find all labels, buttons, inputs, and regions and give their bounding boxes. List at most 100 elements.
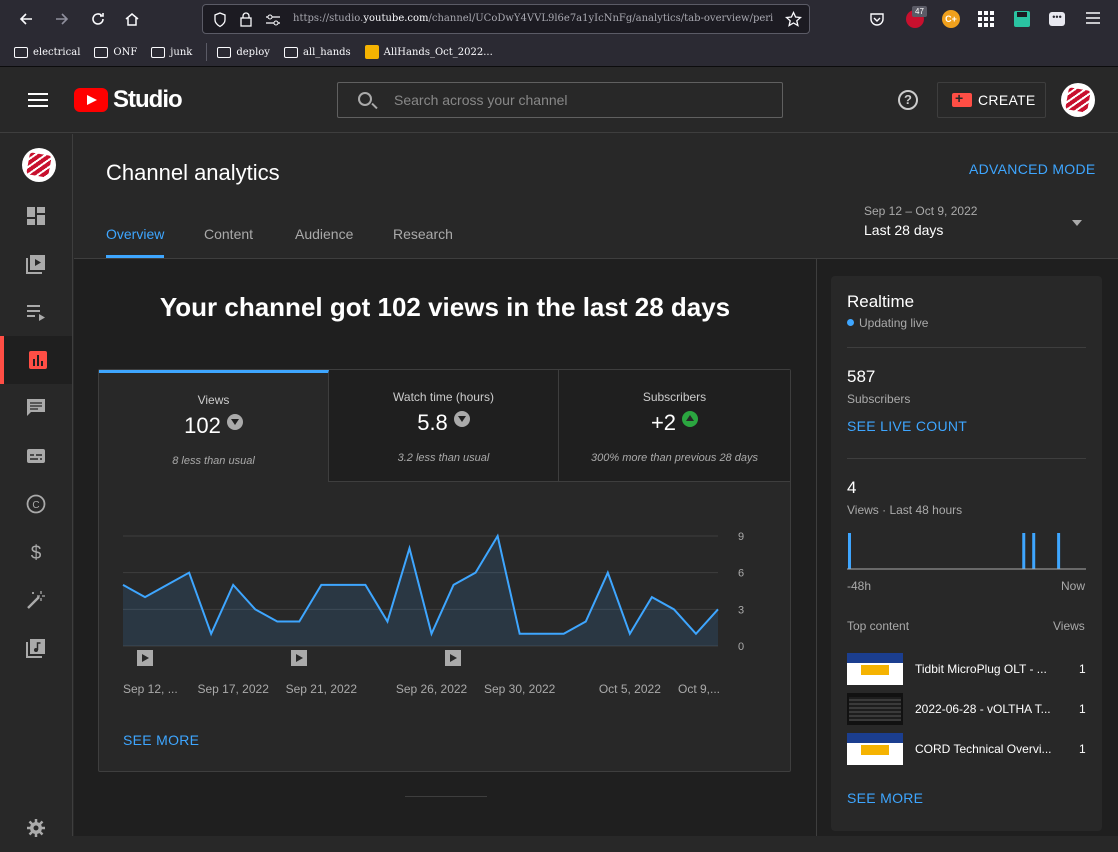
bookmark-folder[interactable]: ONF [94, 47, 137, 58]
nav-content[interactable] [0, 240, 72, 288]
realtime-bar-chart[interactable] [847, 528, 1086, 570]
home-icon[interactable] [116, 3, 148, 35]
save-disk-icon[interactable] [1013, 10, 1031, 28]
folder-icon [151, 47, 165, 58]
bookmark-folder[interactable]: all_hands [284, 47, 351, 58]
playlist-icon [26, 302, 46, 322]
pocket-icon[interactable] [869, 11, 885, 27]
comments-icon [26, 398, 46, 418]
realtime-views-count: 4 [847, 478, 856, 498]
search-input[interactable] [394, 83, 774, 117]
tab-content[interactable]: Content [204, 226, 253, 242]
channel-avatar[interactable] [22, 148, 56, 182]
analytics-header: Channel analytics ADVANCED MODE Overview… [74, 134, 1118, 259]
video-thumbnail[interactable] [847, 653, 903, 685]
slides-icon [365, 45, 379, 59]
date-range-dates[interactable]: Sep 12 – Oct 9, 2022 [864, 204, 977, 218]
see-live-count-button[interactable]: SEE LIVE COUNT [847, 418, 967, 434]
tab-research[interactable]: Research [393, 226, 453, 242]
nav-playlists[interactable] [0, 288, 72, 336]
headline: Your channel got 102 views in the last 2… [74, 292, 816, 323]
see-more-button[interactable]: SEE MORE [123, 732, 199, 748]
video-views: 1 [1079, 662, 1086, 676]
live-indicator: Updating live [847, 316, 928, 330]
hamburger-menu-icon[interactable] [28, 93, 48, 107]
lock-icon [239, 11, 253, 27]
youtube-logo-icon[interactable] [74, 88, 108, 112]
y-tick-label: 3 [738, 604, 744, 616]
nav-copyright[interactable]: C [0, 480, 72, 528]
see-more-button[interactable]: SEE MORE [847, 790, 923, 806]
views-chart[interactable]: 0369Sep 12, ...Sep 17, 2022Sep 21, 2022S… [99, 515, 792, 700]
metric-subscribers[interactable]: Subscribers +2 300% more than previous 2… [559, 370, 790, 482]
extension-c-plus-icon[interactable]: C+ [942, 10, 960, 28]
video-title[interactable]: CORD Technical Overvi... [915, 742, 1057, 756]
tab-audience[interactable]: Audience [295, 226, 353, 242]
nav-settings[interactable] [0, 804, 72, 852]
divider [847, 458, 1086, 459]
help-icon[interactable]: ? [898, 90, 918, 110]
nav-audio-library[interactable] [0, 624, 72, 672]
y-tick-label: 0 [738, 641, 744, 653]
folder-icon [217, 47, 231, 58]
metric-label: Views [99, 393, 328, 407]
dollar-icon: $ [26, 542, 46, 562]
nav-comments[interactable] [0, 384, 72, 432]
gear-icon [26, 818, 46, 838]
search-icon [358, 92, 372, 106]
arrow-down-icon [454, 411, 470, 427]
nav-customization[interactable] [0, 576, 72, 624]
bookmark-link[interactable]: AllHands_Oct_2022... [365, 45, 493, 59]
url-bar[interactable]: https://studio.youtube.com/channel/UCoDw… [202, 4, 810, 34]
grid-apps-icon[interactable] [977, 10, 995, 28]
subtitles-icon [26, 446, 46, 466]
advanced-mode-button[interactable]: ADVANCED MODE [969, 161, 1096, 177]
tab-overview[interactable]: Overview [106, 226, 164, 242]
video-library-icon [26, 254, 46, 274]
metric-value: 5.8 [329, 410, 558, 436]
metric-label: Watch time (hours) [329, 390, 558, 404]
forward-arrow-icon[interactable] [46, 3, 78, 35]
reload-icon[interactable] [82, 3, 114, 35]
video-thumbnail[interactable] [847, 693, 903, 725]
copyright-icon: C [26, 494, 46, 514]
video-camera-plus-icon [952, 93, 972, 107]
video-published-marker[interactable] [137, 650, 153, 666]
nav-dashboard[interactable] [0, 192, 72, 240]
video-title[interactable]: Tidbit MicroPlug OLT - ... [915, 662, 1057, 676]
nav-analytics[interactable] [0, 336, 72, 384]
nav-subtitles[interactable] [0, 432, 72, 480]
folder-icon [284, 47, 298, 58]
folder-icon [94, 47, 108, 58]
video-thumbnail[interactable] [847, 733, 903, 765]
dropdown-caret-icon[interactable] [1072, 220, 1082, 226]
metric-views[interactable]: Views 102 8 less than usual [99, 370, 329, 482]
video-title[interactable]: 2022-06-28 - vOLTHA T... [915, 702, 1057, 716]
dashboard-icon [26, 206, 46, 226]
bookmark-folder[interactable]: deploy [217, 47, 270, 58]
arrow-down-icon [227, 414, 243, 430]
search-box[interactable] [337, 82, 783, 118]
nav-earn[interactable]: $ [0, 528, 72, 576]
y-tick-label: 6 [738, 568, 744, 580]
views-column-label: Views [1053, 619, 1085, 633]
bookmark-star-icon[interactable] [785, 11, 802, 28]
metric-watch-time[interactable]: Watch time (hours) 5.8 3.2 less than usu… [329, 370, 559, 482]
metric-note: 300% more than previous 28 days [559, 452, 790, 464]
permissions-icon[interactable] [265, 13, 281, 27]
menu-icon[interactable] [1086, 12, 1100, 24]
create-button[interactable]: CREATE [937, 82, 1046, 118]
left-nav-rail: C $ [0, 134, 73, 836]
arrow-up-icon [682, 411, 698, 427]
date-range-label[interactable]: Last 28 days [864, 222, 943, 238]
extension-more-icon[interactable]: ••• [1049, 12, 1065, 26]
video-published-marker[interactable] [291, 650, 307, 666]
axis-start-label: -48h [847, 579, 871, 593]
main-content: Channel analytics ADVANCED MODE Overview… [74, 134, 1118, 836]
video-published-marker[interactable] [445, 650, 461, 666]
back-arrow-icon[interactable] [10, 3, 42, 35]
bookmark-folder[interactable]: junk [151, 47, 192, 58]
y-tick-label: 9 [738, 531, 744, 543]
account-avatar[interactable] [1061, 83, 1095, 117]
bookmark-folder[interactable]: electrical [14, 47, 80, 58]
